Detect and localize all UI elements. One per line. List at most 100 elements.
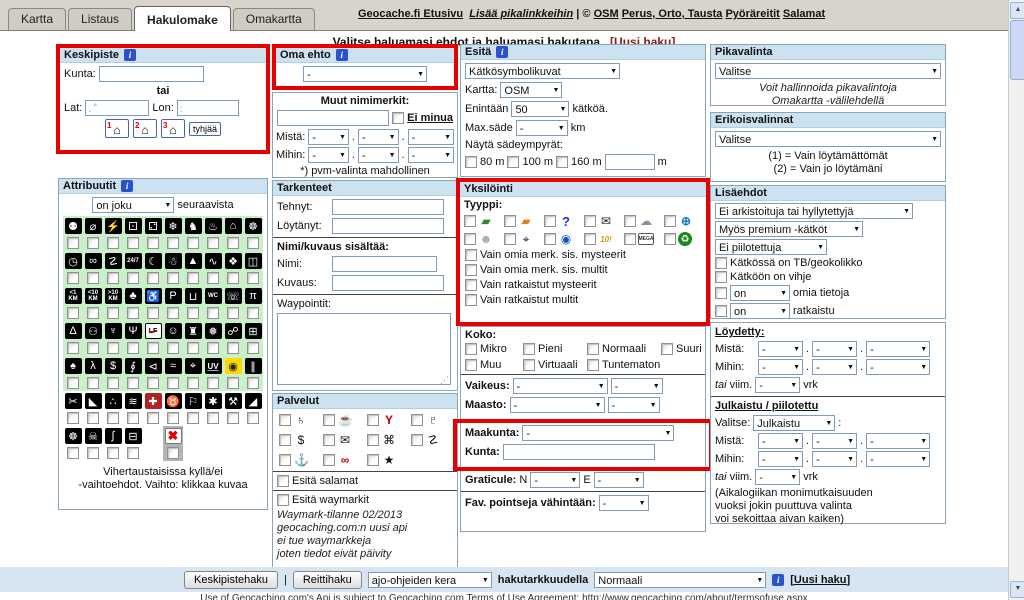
cache-type-checkbox[interactable]	[504, 233, 516, 245]
fav-select[interactable]: -	[599, 495, 649, 511]
attribute-icon[interactable]: ☃	[165, 253, 182, 269]
info-icon[interactable]: i	[496, 46, 508, 58]
attribute-icon[interactable]: ◉	[225, 358, 242, 374]
attribute-checkbox[interactable]	[127, 377, 139, 389]
attribute-icon[interactable]: ◣	[85, 393, 102, 409]
attribute-checkbox[interactable]	[187, 237, 199, 249]
julkaistu-mista-day-select[interactable]: -	[758, 433, 803, 449]
attribute-icon[interactable]: ▲	[185, 253, 202, 269]
info-icon[interactable]: i	[124, 49, 136, 61]
attribute-checkbox[interactable]	[207, 377, 219, 389]
symbol-select[interactable]: Kätkösymbolikuvat	[465, 63, 620, 79]
attribute-checkbox[interactable]	[107, 447, 119, 459]
tab-hakulomake[interactable]: Hakulomake	[134, 6, 231, 31]
service-checkbox[interactable]	[323, 434, 335, 446]
arkistoidut-select[interactable]: Ei arkistoituja tai hyllytettyjä	[715, 203, 913, 219]
attribute-icon[interactable]: ☸	[65, 428, 82, 444]
yksilointi-option-checkbox[interactable]	[465, 294, 477, 306]
attribute-checkbox[interactable]	[167, 447, 179, 459]
esita-waymarkit-checkbox[interactable]	[277, 494, 289, 506]
attribute-checkbox[interactable]	[147, 307, 159, 319]
attribute-icon[interactable]: ✖	[165, 428, 182, 444]
attribute-icon[interactable]: ☾	[145, 253, 162, 269]
attribute-icon[interactable]: ⚁	[145, 218, 162, 234]
ratkaistu-select[interactable]: on	[730, 303, 790, 319]
attribute-icon[interactable]: ☡	[105, 253, 122, 269]
attribute-checkbox[interactable]	[67, 412, 79, 424]
attribute-icon[interactable]: ∫	[105, 428, 122, 444]
loytanyt-input[interactable]	[332, 218, 444, 234]
service-checkbox[interactable]	[411, 434, 423, 446]
attribute-icon[interactable]: ⚉	[65, 218, 82, 234]
salamat-link[interactable]: Salamat	[783, 8, 825, 20]
maakunta-select[interactable]: -	[522, 425, 674, 441]
loydetty-mista-year-select[interactable]: -	[866, 341, 930, 357]
attribute-checkbox[interactable]	[227, 307, 239, 319]
circle-checkbox[interactable]	[507, 156, 519, 168]
julkaistu-mista-year-select[interactable]: -	[866, 433, 930, 449]
nimi-input[interactable]	[332, 256, 437, 272]
loydetty-mihin-month-select[interactable]: -	[812, 359, 857, 375]
attribute-icon[interactable]: λ	[85, 358, 102, 374]
attribute-checkbox[interactable]	[87, 342, 99, 354]
attribute-icon[interactable]: ☍	[225, 323, 242, 339]
lon-input[interactable]: :	[177, 100, 239, 116]
circle-checkbox[interactable]	[556, 156, 568, 168]
tb-checkbox[interactable]	[715, 257, 727, 269]
attribute-checkbox[interactable]	[167, 237, 179, 249]
attribute-checkbox[interactable]	[67, 272, 79, 284]
attribute-checkbox[interactable]	[147, 237, 159, 249]
attribute-checkbox[interactable]	[127, 412, 139, 424]
attribute-checkbox[interactable]	[107, 377, 119, 389]
ratkaistu-checkbox[interactable]	[715, 305, 727, 317]
loydetty-mihin-day-select[interactable]: -	[758, 359, 803, 375]
kunta-input[interactable]	[99, 66, 204, 82]
mihin-month-select[interactable]: -	[358, 147, 399, 163]
attribute-checkbox[interactable]	[87, 447, 99, 459]
attribute-icon[interactable]: ≈	[165, 358, 182, 374]
scroll-down-icon[interactable]: ▼	[1010, 581, 1024, 598]
attribute-checkbox[interactable]	[247, 377, 259, 389]
circle-checkbox[interactable]	[465, 156, 477, 168]
attribute-icon[interactable]: $	[105, 358, 122, 374]
cache-type-checkbox[interactable]	[464, 215, 476, 227]
attribute-icon[interactable]: ⚡	[105, 218, 122, 234]
premium-select[interactable]: Myös premium -kätköt	[715, 221, 863, 237]
julkaistu-vrk-select[interactable]: -	[755, 469, 800, 485]
koko-checkbox[interactable]	[465, 359, 477, 371]
attribute-checkbox[interactable]	[187, 272, 199, 284]
omia-tietoja-select[interactable]: on	[730, 285, 790, 301]
attribute-checkbox[interactable]	[187, 342, 199, 354]
attribute-icon[interactable]: ∮	[125, 358, 142, 374]
vaikeus-select-1[interactable]: -	[513, 378, 608, 394]
koko-checkbox[interactable]	[523, 343, 535, 355]
attribute-checkbox[interactable]	[67, 342, 79, 354]
attribute-icon[interactable]: ⌀	[85, 218, 102, 234]
kartta-select[interactable]: OSM	[500, 82, 562, 98]
enintaan-select[interactable]: 50	[511, 101, 569, 117]
attribute-icon[interactable]: <1 KM	[65, 288, 82, 304]
home-coordinates-button[interactable]: 2⌂	[133, 119, 157, 138]
keskipistehaku-button[interactable]: Keskipistehaku	[184, 571, 278, 589]
service-checkbox[interactable]	[367, 414, 379, 426]
attribute-icon[interactable]: ❖	[225, 253, 242, 269]
attribute-checkbox[interactable]	[227, 377, 239, 389]
oma-ehto-select[interactable]: -	[303, 66, 427, 82]
service-checkbox[interactable]	[323, 414, 335, 426]
attribute-icon[interactable]: ☠	[85, 428, 102, 444]
attribute-checkbox[interactable]	[147, 342, 159, 354]
service-checkbox[interactable]	[279, 454, 291, 466]
attribute-icon[interactable]: ◢	[245, 393, 262, 409]
etusivu-link[interactable]: Geocache.fi Etusivu	[358, 8, 463, 20]
koko-checkbox[interactable]	[523, 359, 535, 371]
pikavalinta-select[interactable]: Valitse	[715, 63, 941, 79]
cache-type-checkbox[interactable]	[544, 233, 556, 245]
attribute-icon[interactable]: Δ	[65, 323, 82, 339]
attribute-checkbox[interactable]	[227, 342, 239, 354]
attribute-icon[interactable]: ⊞	[245, 323, 262, 339]
attribute-icon[interactable]: UV	[205, 358, 222, 374]
pyorareitit-link[interactable]: Pyöräreitit	[725, 8, 779, 20]
home-coordinates-button[interactable]: 3⌂	[161, 119, 185, 138]
julkaistu-select[interactable]: Julkaistu	[753, 415, 835, 431]
attribute-checkbox[interactable]	[67, 237, 79, 249]
